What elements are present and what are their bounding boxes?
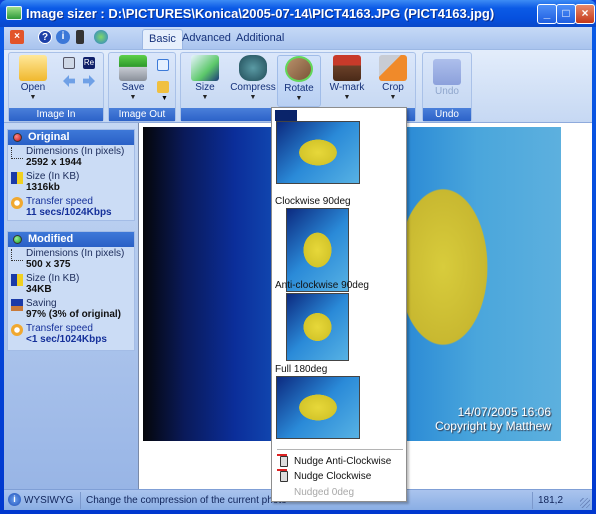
rotate-icon	[285, 56, 313, 82]
nudge-clockwise-icon	[280, 471, 288, 482]
status-coords: 181,2	[538, 495, 564, 506]
chevron-down-icon: ▼	[201, 94, 209, 101]
original-panel: Original Dimensions (In pixels) 2592 x 1…	[7, 129, 135, 221]
globe-icon[interactable]	[94, 30, 108, 44]
maximize-button[interactable]: □	[556, 4, 576, 24]
menu-separator	[277, 449, 403, 450]
info-row: Size (In KB) 34KB	[8, 272, 134, 297]
info-row: Transfer speed <1 sec/1024Kbps	[8, 322, 134, 347]
modified-panel: Modified Dimensions (In pixels) 500 x 37…	[7, 231, 135, 351]
group-image-out: Save ▼ ▼ Image Out	[108, 52, 176, 122]
info-row: Transfer speed 11 secs/1024Kbps	[8, 195, 134, 220]
phone-icon[interactable]	[76, 30, 84, 44]
dimensions-icon	[11, 147, 23, 159]
chevron-down-icon: ▼	[389, 94, 397, 101]
red-arrow-icon	[277, 469, 287, 471]
resize-icon	[191, 55, 219, 81]
scissors-icon	[379, 55, 407, 81]
stopwatch-icon	[11, 197, 23, 209]
rotate-button[interactable]: Rotate ▼	[277, 55, 321, 107]
info-icon[interactable]: i	[56, 30, 70, 44]
size-button[interactable]: Size ▼	[183, 55, 227, 107]
original-panel-header: Original	[8, 130, 134, 145]
tab-additional[interactable]: Additional	[230, 29, 290, 49]
close-button[interactable]: ×	[575, 4, 595, 24]
menu-option-none-selected	[275, 110, 297, 121]
status-divider	[532, 492, 533, 509]
rotate-dropdown-menu: Clockwise 90deg Anti-clockwise 90deg Ful…	[271, 107, 407, 502]
export-folder-icon[interactable]	[157, 81, 169, 93]
caption-full-180: Full 180deg	[275, 364, 328, 375]
undo-icon	[433, 59, 461, 85]
info-row: Saving 97% (3% of original)	[8, 297, 134, 322]
chevron-down-icon[interactable]: ▼	[161, 95, 168, 102]
nudge-anticlockwise-icon	[280, 456, 288, 467]
info-row: Dimensions (In pixels) 2592 x 1944	[8, 145, 134, 170]
info-icon: i	[8, 493, 21, 506]
chevron-down-icon: ▼	[29, 94, 37, 101]
group-undo: Undo Undo	[422, 52, 472, 122]
save-button[interactable]: Save ▼	[111, 55, 155, 107]
group-label-image-out: Image Out	[109, 108, 175, 121]
chevron-down-icon: ▼	[249, 94, 257, 101]
forward-arrow-icon[interactable]	[83, 75, 95, 87]
red-arrow-icon	[277, 454, 287, 456]
stamp-icon	[333, 55, 361, 81]
save-drive-icon	[119, 55, 147, 81]
group-label-image-in: Image In	[9, 108, 103, 121]
compress-icon	[239, 55, 267, 81]
size-cube-icon	[11, 172, 23, 184]
red-status-icon	[13, 133, 22, 142]
quick-access-toolbar: × ? i Basic Advanced Additional	[4, 27, 592, 49]
caption-anticlockwise: Anti-clockwise 90deg	[275, 280, 369, 291]
status-message: Change the compression of the current ph…	[86, 495, 287, 506]
nudge-clockwise-item[interactable]: Nudge Clockwise	[276, 469, 404, 484]
size-cube-icon	[11, 274, 23, 286]
chevron-down-icon: ▼	[295, 95, 303, 102]
info-row: Dimensions (In pixels) 500 x 375	[8, 247, 134, 272]
green-status-icon	[13, 235, 22, 244]
caption-clockwise: Clockwise 90deg	[275, 196, 351, 207]
compress-button[interactable]: Compress ▼	[229, 55, 277, 107]
group-label-undo: Undo	[423, 108, 471, 121]
status-mode: WYSIWYG	[24, 495, 74, 506]
open-button[interactable]: Open ▼	[11, 55, 55, 107]
undo-button[interactable]: Undo	[425, 59, 469, 111]
menu-option-anticlockwise-90[interactable]	[286, 293, 349, 361]
re-icon[interactable]: Re	[83, 57, 95, 69]
back-arrow-icon[interactable]	[63, 75, 75, 87]
group-image-in: Open ▼ Re Image In	[8, 52, 104, 122]
window-title: Image sizer : D:\PICTURES\Konica\2005-07…	[26, 6, 495, 21]
app-icon	[6, 6, 22, 20]
title-bar[interactable]: Image sizer : D:\PICTURES\Konica\2005-07…	[0, 0, 596, 27]
sidebar: Original Dimensions (In pixels) 2592 x 1…	[4, 123, 138, 489]
nudge-anticlockwise-item[interactable]: Nudge Anti-Clockwise	[276, 454, 404, 469]
photo-watermark: 14/07/2005 16:06 Copyright by Matthew	[434, 405, 551, 433]
copy-icon[interactable]	[63, 57, 75, 69]
crop-button[interactable]: Crop ▼	[371, 55, 415, 107]
folder-open-icon	[19, 55, 47, 81]
modified-panel-header: Modified	[8, 232, 134, 247]
tab-advanced[interactable]: Advanced	[176, 29, 237, 49]
info-row: Size (In KB) 1316kb	[8, 170, 134, 195]
email-icon[interactable]	[157, 59, 169, 71]
dimensions-icon	[11, 249, 23, 261]
chevron-down-icon: ▼	[129, 94, 137, 101]
nudged-status-item: Nudged 0deg	[294, 487, 355, 498]
close-app-icon[interactable]: ×	[10, 30, 24, 44]
chevron-down-icon: ▼	[343, 94, 351, 101]
app-window: Image sizer : D:\PICTURES\Konica\2005-07…	[0, 0, 596, 514]
minimize-button[interactable]: _	[537, 4, 557, 24]
watermark-button[interactable]: W-mark ▼	[325, 55, 369, 107]
menu-option-none[interactable]	[276, 121, 360, 184]
saving-icon	[11, 299, 23, 311]
help-icon[interactable]: ?	[38, 30, 52, 44]
status-divider	[80, 492, 81, 509]
menu-option-full-180[interactable]	[276, 376, 360, 439]
resize-grip[interactable]	[580, 498, 590, 508]
stopwatch-icon	[11, 324, 23, 336]
